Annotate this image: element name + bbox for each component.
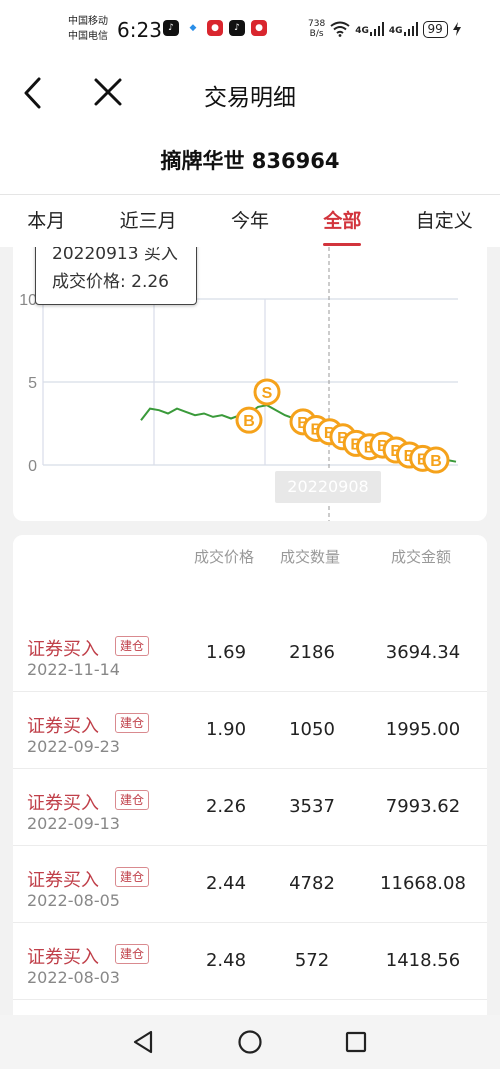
y-axis-ticks: 0510 [19,292,37,475]
row-amount: 7993.62 [385,796,461,817]
status-bar: 中国移动 中国电信 6:23 ♪ ◆ ● ♪ ● 738 B/s 4G 4G 9… [0,0,500,60]
table-header: 成交价格 成交数量 成交金额 [13,535,487,579]
signal-1: 4G [355,22,384,36]
row-tag: 建仓 [115,867,150,887]
signal-bars-icon [403,22,418,36]
row-date: 2022-09-23 [27,737,120,756]
row-trade-type: 证券买入 [27,793,99,814]
buy-marker: B [422,446,450,474]
stock-header: 摘牌华世 836964 [0,125,500,195]
row-qty: 2186 [289,642,335,663]
row-tag: 建仓 [115,636,150,656]
row-trade-type: 证券买入 [27,870,99,891]
table-row[interactable]: 证券买入 建仓 2022-08-03 2.48 572 1418.56 [13,923,487,1000]
marker-label: S [262,385,273,402]
tooltip-price: 成交价格: 2.26 [52,272,169,292]
row-trade-type: 证券买入 [27,947,99,968]
tiktok-icon: ♪ [163,20,179,36]
net-speed: 738 B/s [308,19,326,39]
stock-name-code: 摘牌华世 836964 [160,149,340,173]
y-tick-label: 0 [28,458,37,475]
tab-this-month[interactable]: 本月 [27,195,65,247]
row-price: 1.90 [205,719,247,740]
table-row[interactable]: 证券买入 建仓 2022-11-14 1.69 2186 3694.34 [13,615,487,692]
tab-all[interactable]: 全部 [323,195,362,247]
carrier-2: 中国电信 [68,31,108,42]
sell-marker: S [253,378,281,406]
table-row[interactable]: 证券买入 建仓 2022-09-13 2.26 3537 7993.62 [13,769,487,846]
row-trade-type: 证券买入 [27,716,99,737]
app-red-icon: ● [207,20,223,36]
status-right: 738 B/s 4G 4G 99 [308,19,461,39]
shield-icon: ◆ [185,20,201,36]
table-row[interactable]: 证券买入 建仓 2022-08-05 2.44 4782 11668.08 [13,846,487,923]
table-row[interactable]: 证券买入 建仓 2022-09-23 1.90 1050 1995.00 [13,692,487,769]
notification-icons: ♪ ◆ ● ♪ ● [163,20,267,36]
header-amount: 成交金额 [391,548,452,566]
row-date: 2022-08-03 [27,968,120,987]
system-nav-bar [0,1015,500,1069]
marker-label: B [430,453,442,470]
row-tag: 建仓 [115,944,150,964]
app-red-icon: ● [251,20,267,36]
chart-tooltip: 20220913 买入 成交价格: 2.26 [35,247,197,305]
row-tag: 建仓 [115,790,150,810]
row-price: 1.69 [205,642,247,663]
period-tabs: 本月 近三月 今年 全部 自定义 [0,195,500,247]
row-price: 2.26 [205,796,247,817]
signal-bars-icon [369,22,384,36]
row-qty: 4782 [289,873,335,894]
row-amount: 1418.56 [385,950,461,971]
buy-marker: B [235,406,263,434]
row-qty: 3537 [289,796,335,817]
battery-indicator: 99 [422,20,448,38]
row-date: 2022-11-14 [27,660,120,679]
trade-markers: SBBBBBBBBBBBB [235,378,450,474]
tab-three-months[interactable]: 近三月 [120,195,177,247]
row-amount: 3694.34 [385,642,461,663]
header-qty: 成交数量 [280,548,341,566]
row-amount: 11668.08 [380,873,466,894]
circle-home-icon[interactable] [237,1029,263,1055]
tooltip-date-action: 20220913 买入 [52,247,178,264]
row-qty: 1050 [289,719,335,740]
row-date: 2022-08-05 [27,891,120,910]
y-tick-label: 5 [28,375,37,392]
system-recents-button[interactable] [344,1029,368,1059]
page-title: 交易明细 [204,85,296,111]
triangle-back-icon[interactable] [131,1029,155,1055]
row-amount: 1995.00 [385,719,461,740]
square-recents-icon[interactable] [344,1029,368,1055]
wifi-icon [330,21,350,37]
carrier-1: 中国移动 [68,16,108,27]
signal-2: 4G [389,22,418,36]
clock: 6:23 [117,18,162,42]
crosshair-date-label: 20220908 [275,471,381,503]
tiktok-icon: ♪ [229,20,245,36]
row-trade-type: 证券买入 [27,639,99,660]
row-tag: 建仓 [115,713,150,733]
charging-icon [452,22,461,36]
row-qty: 572 [294,950,330,971]
tab-this-year[interactable]: 今年 [231,195,269,247]
marker-label: B [243,413,255,430]
row-price: 2.44 [205,873,247,894]
trade-table: 2022-11-18 证券买入 建仓 2022-11-14 1.69 2186 … [13,535,487,1015]
trade-chart-card: 0510 SBBBBBBBBBBBB 20220913 买入 成交价格: 2.2… [13,247,487,521]
tab-custom[interactable]: 自定义 [416,195,473,247]
row-price: 2.48 [205,950,247,971]
app-header: 交易明细 [0,60,500,125]
carrier-info: 中国移动 中国电信 [68,14,108,44]
header-price: 成交价格 [194,548,255,566]
row-date: 2022-09-13 [27,814,120,833]
system-back-button[interactable] [131,1029,155,1059]
system-home-button[interactable] [237,1029,263,1059]
